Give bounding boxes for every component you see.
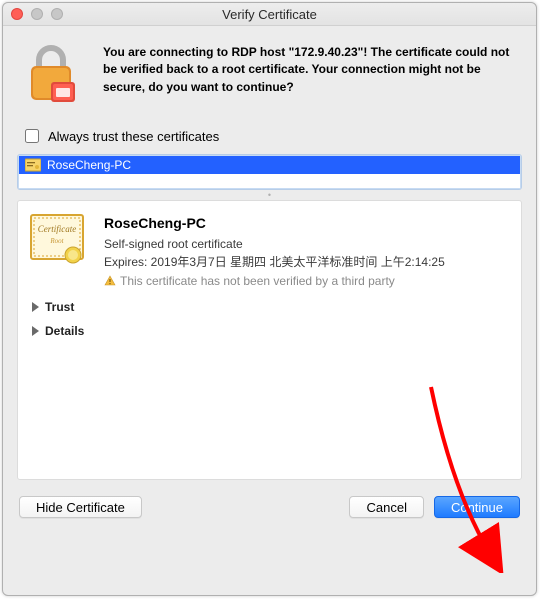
svg-text:Certificate: Certificate xyxy=(38,224,77,234)
certificate-large-icon: Certificate Root xyxy=(30,213,88,271)
window-title: Verify Certificate xyxy=(3,7,536,22)
warning-message: You are connecting to RDP host "172.9.40… xyxy=(103,44,516,96)
certificate-list-item[interactable]: RoseCheng-PC xyxy=(19,156,520,174)
trust-disclosure-label: Trust xyxy=(45,300,74,314)
titlebar: Verify Certificate xyxy=(3,3,536,26)
certificate-name: RoseCheng-PC xyxy=(104,213,445,235)
certificate-small-icon xyxy=(25,158,41,172)
window-zoom-button xyxy=(51,8,63,20)
verify-certificate-dialog: Verify Certificate You are connecting to… xyxy=(2,2,537,596)
always-trust-checkbox[interactable] xyxy=(25,129,39,143)
window-minimize-button xyxy=(31,8,43,20)
details-disclosure[interactable]: Details xyxy=(30,324,509,338)
certificate-expires: Expires: 2019年3月7日 星期四 北美太平洋标准时间 上午2:14:… xyxy=(104,253,445,272)
always-trust-label: Always trust these certificates xyxy=(48,129,219,144)
window-close-button[interactable] xyxy=(11,8,23,20)
lock-warning-icon xyxy=(23,44,83,108)
svg-text:Root: Root xyxy=(49,237,64,245)
certificate-subtitle: Self-signed root certificate xyxy=(104,235,445,254)
certificate-detail-panel: Certificate Root RoseCheng-PC Self-signe… xyxy=(17,200,522,480)
list-resize-handle[interactable]: • xyxy=(3,190,536,200)
continue-button[interactable]: Continue xyxy=(434,496,520,518)
certificate-warning-text: This certificate has not been verified b… xyxy=(120,272,395,291)
chevron-right-icon xyxy=(32,302,39,312)
certificate-list[interactable]: RoseCheng-PC xyxy=(17,154,522,190)
certificate-list-empty-row xyxy=(19,174,520,188)
always-trust-row[interactable]: Always trust these certificates xyxy=(3,120,536,152)
cancel-button[interactable]: Cancel xyxy=(349,496,423,518)
chevron-right-icon xyxy=(32,326,39,336)
hide-certificate-button[interactable]: Hide Certificate xyxy=(19,496,142,518)
warning-triangle-icon xyxy=(104,275,116,287)
trust-disclosure[interactable]: Trust xyxy=(30,300,509,314)
certificate-list-item-label: RoseCheng-PC xyxy=(47,158,131,172)
details-disclosure-label: Details xyxy=(45,324,84,338)
